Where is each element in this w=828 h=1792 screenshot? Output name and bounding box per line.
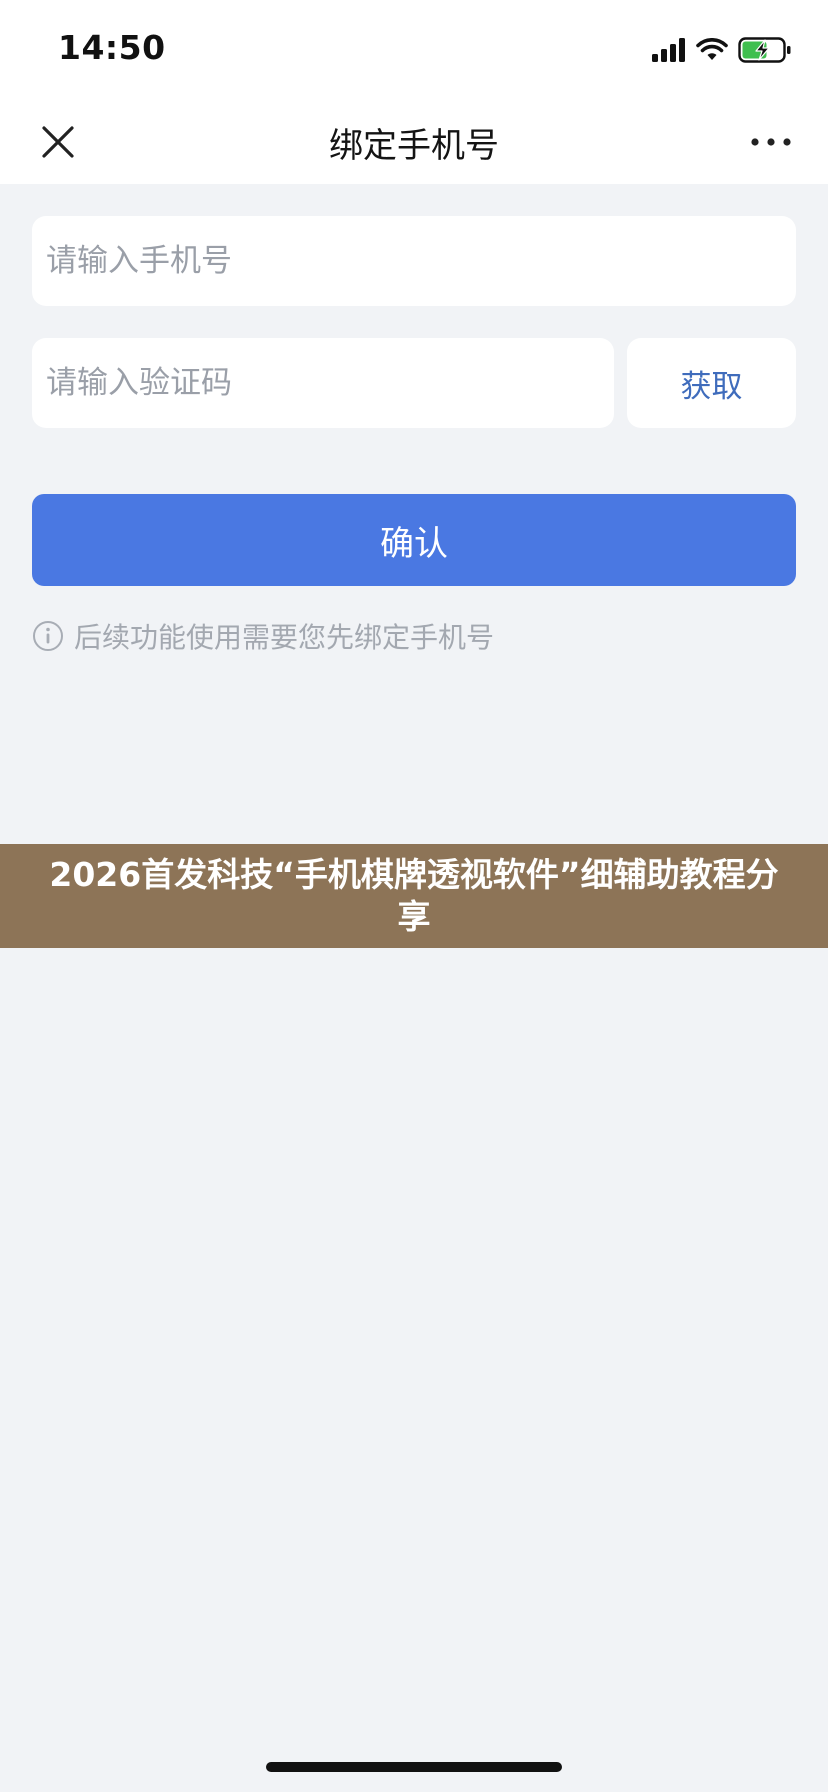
overlay-banner: 2026首发科技“手机棋牌透视软件”细辅助教程分享 bbox=[0, 844, 828, 948]
battery-charging-icon bbox=[738, 37, 791, 63]
status-icons bbox=[652, 36, 792, 64]
phone-input[interactable] bbox=[32, 216, 796, 306]
cellular-signal-icon bbox=[652, 38, 685, 62]
get-code-button[interactable]: 获取 bbox=[627, 338, 796, 428]
overlay-text: 2026首发科技“手机棋牌透视软件”细辅助教程分享 bbox=[49, 855, 779, 936]
phone-field bbox=[32, 216, 796, 306]
status-bar: 14:50 bbox=[0, 0, 828, 100]
verification-code-input[interactable] bbox=[32, 338, 614, 428]
wifi-icon bbox=[696, 38, 728, 60]
info-icon bbox=[33, 621, 63, 651]
status-time: 14:50 bbox=[58, 28, 166, 67]
hint-text: 后续功能使用需要您先绑定手机号 bbox=[74, 621, 495, 654]
navigation-bar: 绑定手机号 bbox=[0, 100, 828, 184]
home-indicator[interactable] bbox=[266, 1762, 562, 1772]
more-dots-icon[interactable] bbox=[750, 122, 792, 162]
page-title: 绑定手机号 bbox=[329, 126, 499, 166]
code-field bbox=[32, 338, 614, 428]
confirm-button[interactable]: 确认 bbox=[32, 494, 796, 586]
hint: 后续功能使用需要您先绑定手机号 bbox=[32, 616, 494, 656]
